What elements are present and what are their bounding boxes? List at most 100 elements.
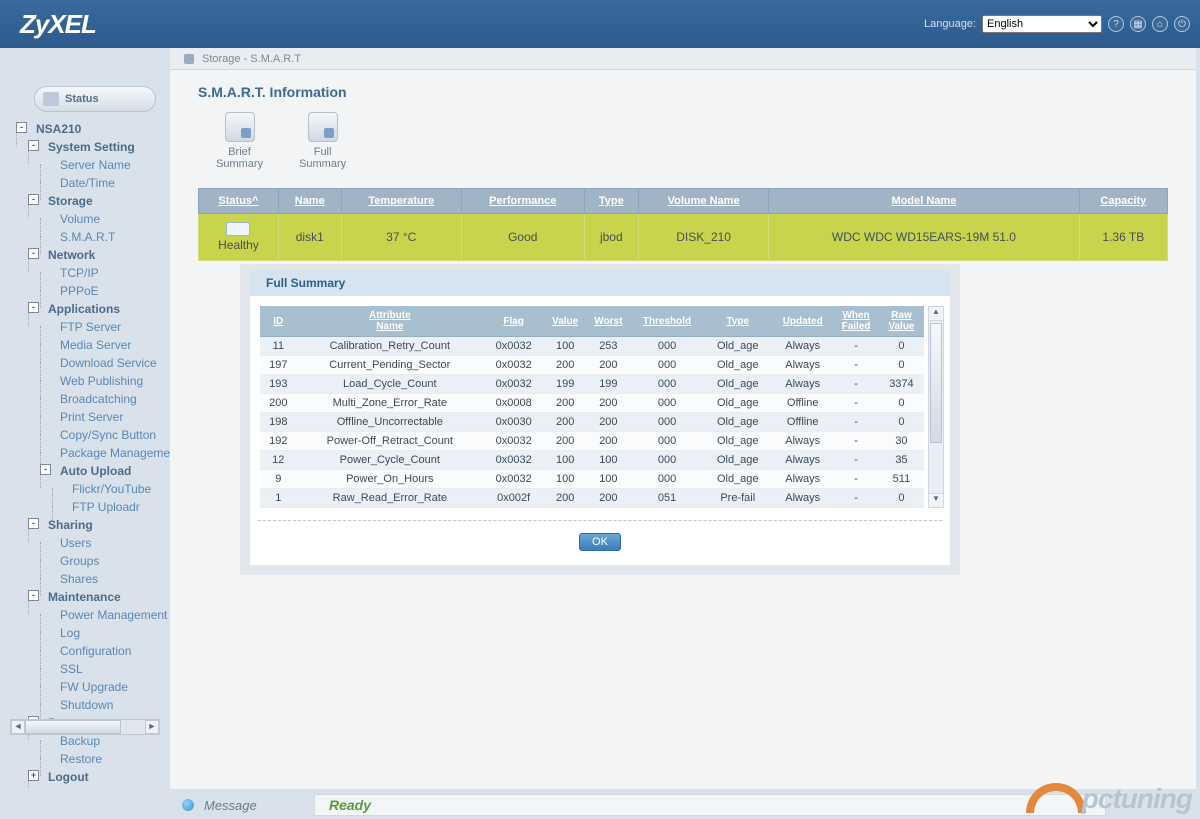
smart-header[interactable]: Flag [483,306,544,337]
full-summary-label: Full Summary [299,146,346,170]
smart-header[interactable]: Worst [586,306,631,337]
tree-node[interactable]: -Maintenance [28,588,170,606]
tree-leaf[interactable]: Package Manageme [40,444,170,462]
smart-header[interactable]: Threshold [631,306,704,337]
tree-leaf[interactable]: Restore [40,750,170,768]
smart-cell: 198 [260,413,297,432]
scroll-right-icon[interactable]: ► [145,720,159,734]
smart-cell: 192 [260,432,297,451]
help-icon[interactable]: ? [1108,16,1124,32]
smart-cell: - [833,489,879,508]
tree-leaf[interactable]: Web Publishing [40,372,170,390]
smart-header[interactable]: RawValue [879,306,924,337]
status-icon [43,92,59,106]
sidebar-hscroll[interactable]: ◄ ► [10,719,160,735]
tree-leaf[interactable]: Media Server [40,336,170,354]
tree-leaf[interactable]: Flickr/YouTube [52,480,170,498]
logout-icon[interactable]: ⏻ [1174,16,1190,32]
full-summary-modal: Full Summary IDAttributeNameFlagValueWor… [240,264,960,575]
smart-cell: 3374 [879,375,924,394]
smart-cell: 200 [586,413,631,432]
tree-leaf[interactable]: Users [40,534,170,552]
tree-node[interactable]: -Storage [28,192,170,210]
tree-leaf[interactable]: Server Name [40,156,170,174]
tree-leaf[interactable]: Download Service [40,354,170,372]
tree-root[interactable]: -NSA210 [16,120,170,138]
smart-row: 198Offline_Uncorrectable0x0030200200000O… [260,413,924,432]
home-icon[interactable]: ⌂ [1152,16,1168,32]
disk-header[interactable]: Model Name [769,189,1079,214]
scroll-down-icon[interactable]: ▼ [929,493,943,507]
smart-cell: 193 [260,375,297,394]
smart-row: 11Calibration_Retry_Count0x0032100253000… [260,337,924,356]
sidebar-status-button[interactable]: Status [34,86,156,112]
tree-leaf[interactable]: Print Server [40,408,170,426]
smart-header[interactable]: AttributeName [297,306,483,337]
ok-button[interactable]: OK [579,533,621,551]
disk-header[interactable]: Performance [461,189,584,214]
smart-cell: - [833,356,879,375]
tree-leaf[interactable]: Copy/Sync Button [40,426,170,444]
smart-header[interactable]: Updated [772,306,833,337]
language-select[interactable]: English [982,15,1102,33]
smart-header[interactable]: Value [544,306,586,337]
smart-header[interactable]: ID [260,306,297,337]
disk-header[interactable]: Type [584,189,638,214]
tree-node[interactable]: -Sharing [28,516,170,534]
modal-vscroll[interactable]: ▲ ▼ [928,306,944,508]
smart-cell: 0 [879,337,924,356]
smart-cell: 35 [879,451,924,470]
disk-header[interactable]: Capacity [1079,189,1167,214]
disk-perf-cell: Good [461,214,584,261]
disk-header[interactable]: Name [278,189,341,214]
smart-cell: 511 [879,470,924,489]
smart-cell: Always [772,432,833,451]
smart-cell: 0x0032 [483,432,544,451]
smart-cell: 0x0008 [483,394,544,413]
tree-leaf[interactable]: PPPoE [40,282,170,300]
scroll-left-icon[interactable]: ◄ [11,720,25,734]
smart-cell: 0 [879,356,924,375]
smart-row: 12Power_Cycle_Count0x0032100100000Old_ag… [260,451,924,470]
tree-leaf[interactable]: Shutdown [40,696,170,714]
tree-node[interactable]: -System Setting [28,138,170,156]
disk-header[interactable]: Volume Name [639,189,769,214]
tree-leaf[interactable]: SSL [40,660,170,678]
tree-leaf[interactable]: Date/Time [40,174,170,192]
smart-header[interactable]: WhenFailed [833,306,879,337]
tree-leaf[interactable]: S.M.A.R.T [40,228,170,246]
tree-leaf[interactable]: FW Upgrade [40,678,170,696]
tree-leaf[interactable]: Configuration [40,642,170,660]
tree-leaf[interactable]: Broadcatching [40,390,170,408]
tree-leaf[interactable]: Volume [40,210,170,228]
about-icon[interactable]: ▦ [1130,16,1146,32]
scroll-up-icon[interactable]: ▲ [929,307,943,321]
smart-cell: 199 [544,375,586,394]
tree-node[interactable]: -Applications [28,300,170,318]
smart-header[interactable]: Type [703,306,772,337]
tree-leaf[interactable]: Groups [40,552,170,570]
full-summary-button[interactable]: Full Summary [299,112,346,170]
brief-summary-icon [225,112,255,142]
disk-header[interactable]: Temperature [341,189,461,214]
tree-leaf[interactable]: FTP Uploadr [52,498,170,516]
smart-cell: 0x0030 [483,413,544,432]
full-summary-icon [308,112,338,142]
statusbar-message-label: Message [204,798,304,813]
smart-cell: 000 [631,451,704,470]
tree-leaf[interactable]: Shares [40,570,170,588]
disk-header[interactable]: Status^ [199,189,279,214]
smart-cell: Old_age [703,413,772,432]
tree-node[interactable]: -Network [28,246,170,264]
disk-row[interactable]: Healthy disk1 37 °C Good jbod DISK_210 W… [199,214,1168,261]
tree-leaf[interactable]: TCP/IP [40,264,170,282]
smart-cell: Load_Cycle_Count [297,375,483,394]
tree-leaf[interactable]: Log [40,624,170,642]
smart-cell: 199 [586,375,631,394]
tree-node[interactable]: +Logout [28,768,170,786]
tree-node[interactable]: -Auto Upload [40,462,170,480]
brief-summary-button[interactable]: Brief Summary [216,112,263,170]
tree-leaf[interactable]: Power Management [40,606,170,624]
tree-leaf[interactable]: FTP Server [40,318,170,336]
smart-cell: Offline_Uncorrectable [297,413,483,432]
